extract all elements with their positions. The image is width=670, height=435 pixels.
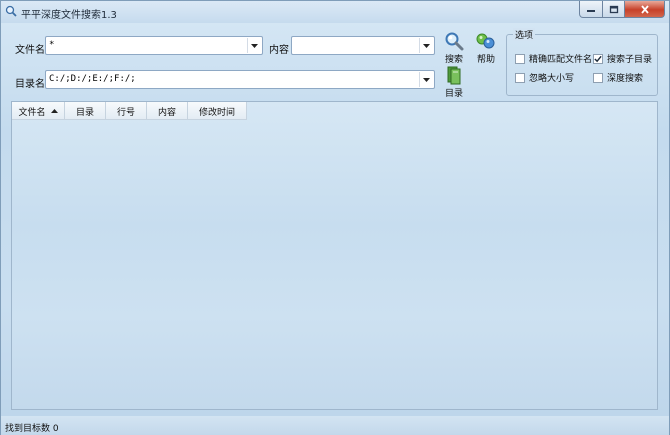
chevron-down-icon	[423, 77, 430, 82]
column-header-label: 内容	[157, 107, 176, 118]
directory-button-label: 目录	[444, 89, 463, 99]
content-dropdown-button[interactable]	[419, 38, 433, 53]
ignore-case-label: 忽略大小写	[529, 74, 575, 84]
deep-search-label: 深度搜索	[607, 74, 644, 84]
status-bar: 找到目标数 0	[1, 416, 669, 435]
directory-combobox[interactable]: C:/;D:/;E:/;F:/;	[45, 70, 435, 89]
column-header-directory[interactable]: 目录	[65, 102, 106, 120]
ignore-case-checkbox[interactable]: 忽略大小写	[515, 71, 574, 84]
search-icon	[445, 32, 464, 51]
checkbox-box[interactable]	[593, 72, 603, 83]
search-subdirectories-checkbox[interactable]: 搜索子目录	[593, 52, 652, 65]
content-label: 内容	[269, 45, 289, 56]
minimize-button[interactable]	[579, 1, 603, 18]
content-combobox[interactable]	[291, 36, 435, 55]
deep-search-checkbox[interactable]: 深度搜索	[593, 71, 643, 84]
column-header-line[interactable]: 行号	[106, 102, 147, 120]
status-text: 找到目标数 0	[5, 424, 59, 434]
help-button[interactable]: 帮助	[471, 31, 501, 65]
column-header-label: 修改时间	[198, 107, 235, 118]
directory-dropdown-button[interactable]	[419, 72, 433, 87]
directory-button[interactable]: 目录	[439, 65, 469, 99]
sort-ascending-icon	[50, 109, 58, 113]
options-group-title: 选项	[513, 28, 536, 41]
column-header-label: 目录	[75, 107, 94, 118]
filename-dropdown-button[interactable]	[247, 38, 261, 53]
maximize-icon	[609, 5, 618, 13]
checkbox-box[interactable]	[515, 53, 525, 64]
checkbox-box[interactable]	[593, 53, 603, 64]
search-button[interactable]: 搜索	[439, 31, 469, 65]
column-header-content[interactable]: 内容	[147, 102, 188, 120]
close-button[interactable]	[625, 1, 665, 18]
help-icon	[476, 33, 495, 49]
window-controls	[579, 1, 665, 18]
filename-combobox[interactable]: *	[45, 36, 263, 55]
window-title: 平平深度文件搜索1.3	[21, 10, 117, 21]
checkbox-box[interactable]	[515, 72, 525, 83]
results-listview[interactable]: 文件名 目录 行号 内容 修改时间	[11, 101, 658, 410]
column-header-label: 文件名	[18, 107, 46, 118]
search-subdirectories-label: 搜索子目录	[607, 55, 653, 65]
main-window: 平平深度文件搜索1.3 文件名 * 内容 目录名 C:/;D:/;E:/;F:/…	[0, 0, 670, 435]
list-header: 文件名 目录 行号 内容 修改时间	[12, 102, 247, 120]
column-header-modified-time[interactable]: 修改时间	[188, 102, 247, 120]
chevron-down-icon	[251, 43, 258, 48]
options-group	[506, 34, 658, 96]
exact-match-checkbox[interactable]: 精确匹配文件名	[515, 52, 592, 65]
magnifier-app-icon	[5, 5, 17, 17]
close-icon	[640, 4, 649, 14]
folder-icon	[447, 66, 461, 85]
help-button-label: 帮助	[476, 55, 495, 65]
filename-value: *	[49, 40, 55, 50]
directory-value: C:/;D:/;E:/;F:/;	[49, 74, 136, 84]
column-header-filename[interactable]: 文件名	[12, 102, 65, 120]
title-bar[interactable]: 平平深度文件搜索1.3	[1, 1, 669, 23]
directory-label: 目录名	[15, 79, 45, 90]
checkmark-icon	[594, 55, 602, 62]
search-button-label: 搜索	[444, 55, 463, 65]
column-header-label: 行号	[116, 107, 135, 118]
exact-match-label: 精确匹配文件名	[529, 55, 593, 65]
filename-label: 文件名	[15, 45, 45, 56]
maximize-button[interactable]	[603, 1, 625, 18]
minimize-icon	[587, 10, 595, 12]
chevron-down-icon	[423, 43, 430, 48]
